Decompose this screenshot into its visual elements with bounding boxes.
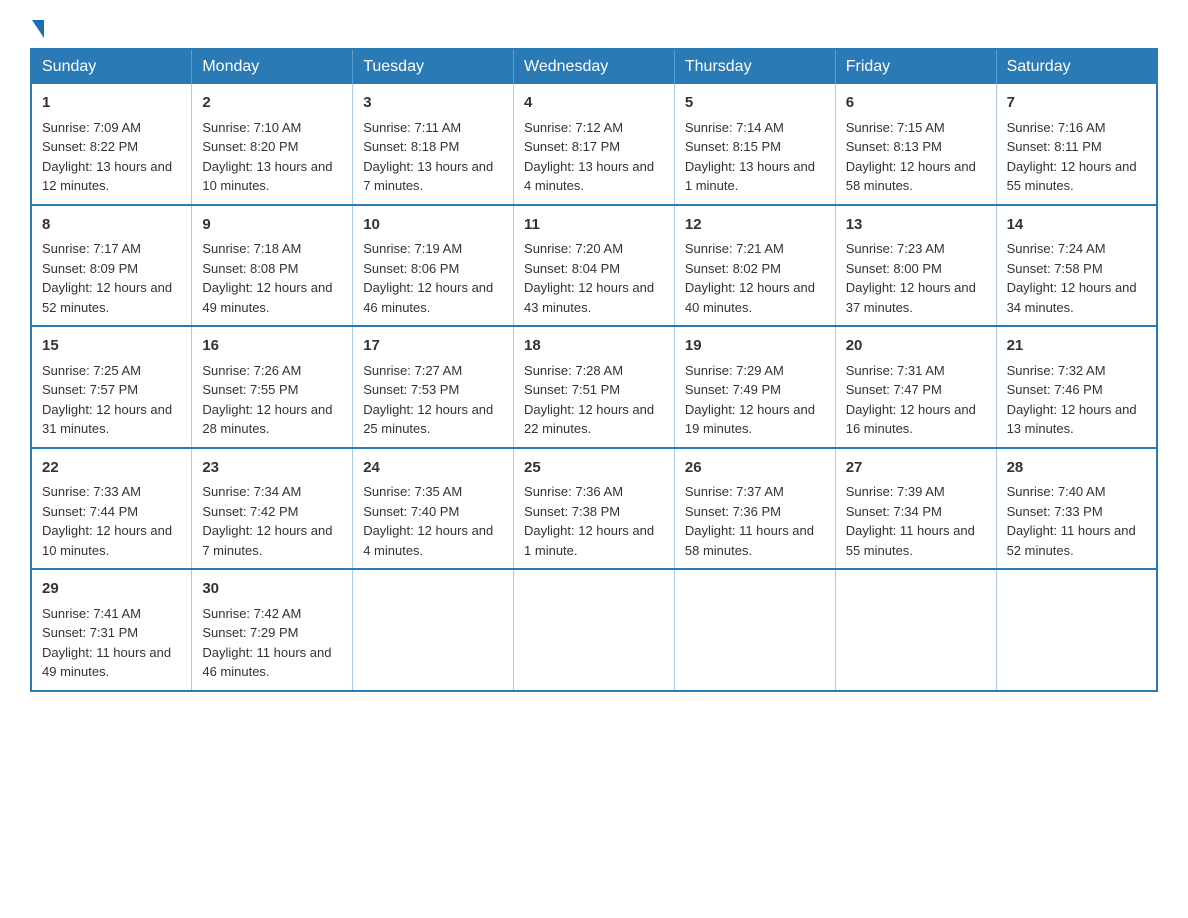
day-number: 23 — [202, 457, 342, 480]
calendar-cell: 13Sunrise: 7:23 AMSunset: 8:00 PMDayligh… — [835, 205, 996, 327]
day-number: 30 — [202, 578, 342, 601]
calendar-cell: 28Sunrise: 7:40 AMSunset: 7:33 PMDayligh… — [996, 448, 1157, 570]
day-number: 12 — [685, 214, 825, 237]
day-number: 10 — [363, 214, 503, 237]
calendar-cell — [514, 569, 675, 691]
day-number: 17 — [363, 335, 503, 358]
calendar-cell: 3Sunrise: 7:11 AMSunset: 8:18 PMDaylight… — [353, 84, 514, 205]
day-number: 25 — [524, 457, 664, 480]
day-header-wednesday: Wednesday — [514, 49, 675, 84]
day-number: 1 — [42, 92, 181, 115]
calendar-cell: 6Sunrise: 7:15 AMSunset: 8:13 PMDaylight… — [835, 84, 996, 205]
calendar-week-row: 8Sunrise: 7:17 AMSunset: 8:09 PMDaylight… — [31, 205, 1157, 327]
day-number: 6 — [846, 92, 986, 115]
calendar-cell: 2Sunrise: 7:10 AMSunset: 8:20 PMDaylight… — [192, 84, 353, 205]
day-number: 27 — [846, 457, 986, 480]
day-number: 5 — [685, 92, 825, 115]
day-header-friday: Friday — [835, 49, 996, 84]
calendar-cell: 26Sunrise: 7:37 AMSunset: 7:36 PMDayligh… — [674, 448, 835, 570]
page-header — [0, 0, 1188, 48]
calendar-cell: 10Sunrise: 7:19 AMSunset: 8:06 PMDayligh… — [353, 205, 514, 327]
day-number: 9 — [202, 214, 342, 237]
calendar-cell: 11Sunrise: 7:20 AMSunset: 8:04 PMDayligh… — [514, 205, 675, 327]
day-number: 8 — [42, 214, 181, 237]
day-number: 29 — [42, 578, 181, 601]
calendar-cell: 20Sunrise: 7:31 AMSunset: 7:47 PMDayligh… — [835, 326, 996, 448]
day-header-monday: Monday — [192, 49, 353, 84]
day-header-saturday: Saturday — [996, 49, 1157, 84]
day-number: 11 — [524, 214, 664, 237]
calendar-cell: 27Sunrise: 7:39 AMSunset: 7:34 PMDayligh… — [835, 448, 996, 570]
calendar-cell — [353, 569, 514, 691]
calendar-cell: 21Sunrise: 7:32 AMSunset: 7:46 PMDayligh… — [996, 326, 1157, 448]
logo — [30, 20, 46, 38]
calendar-cell: 7Sunrise: 7:16 AMSunset: 8:11 PMDaylight… — [996, 84, 1157, 205]
day-number: 22 — [42, 457, 181, 480]
calendar-cell: 23Sunrise: 7:34 AMSunset: 7:42 PMDayligh… — [192, 448, 353, 570]
calendar-cell: 18Sunrise: 7:28 AMSunset: 7:51 PMDayligh… — [514, 326, 675, 448]
day-number: 28 — [1007, 457, 1146, 480]
day-number: 3 — [363, 92, 503, 115]
day-number: 16 — [202, 335, 342, 358]
calendar-week-row: 29Sunrise: 7:41 AMSunset: 7:31 PMDayligh… — [31, 569, 1157, 691]
day-number: 15 — [42, 335, 181, 358]
day-number: 2 — [202, 92, 342, 115]
calendar-cell: 30Sunrise: 7:42 AMSunset: 7:29 PMDayligh… — [192, 569, 353, 691]
calendar-cell: 16Sunrise: 7:26 AMSunset: 7:55 PMDayligh… — [192, 326, 353, 448]
calendar-cell — [674, 569, 835, 691]
day-number: 18 — [524, 335, 664, 358]
calendar-cell: 14Sunrise: 7:24 AMSunset: 7:58 PMDayligh… — [996, 205, 1157, 327]
calendar-cell: 12Sunrise: 7:21 AMSunset: 8:02 PMDayligh… — [674, 205, 835, 327]
day-number: 4 — [524, 92, 664, 115]
day-number: 19 — [685, 335, 825, 358]
calendar-week-row: 22Sunrise: 7:33 AMSunset: 7:44 PMDayligh… — [31, 448, 1157, 570]
calendar-cell: 17Sunrise: 7:27 AMSunset: 7:53 PMDayligh… — [353, 326, 514, 448]
calendar-week-row: 15Sunrise: 7:25 AMSunset: 7:57 PMDayligh… — [31, 326, 1157, 448]
calendar-cell: 1Sunrise: 7:09 AMSunset: 8:22 PMDaylight… — [31, 84, 192, 205]
calendar-cell: 8Sunrise: 7:17 AMSunset: 8:09 PMDaylight… — [31, 205, 192, 327]
day-number: 13 — [846, 214, 986, 237]
day-header-tuesday: Tuesday — [353, 49, 514, 84]
calendar-cell — [996, 569, 1157, 691]
calendar-cell — [835, 569, 996, 691]
calendar-cell: 5Sunrise: 7:14 AMSunset: 8:15 PMDaylight… — [674, 84, 835, 205]
day-number: 24 — [363, 457, 503, 480]
day-number: 20 — [846, 335, 986, 358]
calendar-cell: 19Sunrise: 7:29 AMSunset: 7:49 PMDayligh… — [674, 326, 835, 448]
calendar-cell: 25Sunrise: 7:36 AMSunset: 7:38 PMDayligh… — [514, 448, 675, 570]
calendar-week-row: 1Sunrise: 7:09 AMSunset: 8:22 PMDaylight… — [31, 84, 1157, 205]
calendar-cell: 24Sunrise: 7:35 AMSunset: 7:40 PMDayligh… — [353, 448, 514, 570]
calendar-cell: 4Sunrise: 7:12 AMSunset: 8:17 PMDaylight… — [514, 84, 675, 205]
calendar-cell: 15Sunrise: 7:25 AMSunset: 7:57 PMDayligh… — [31, 326, 192, 448]
calendar-cell: 22Sunrise: 7:33 AMSunset: 7:44 PMDayligh… — [31, 448, 192, 570]
day-header-thursday: Thursday — [674, 49, 835, 84]
calendar-header-row: SundayMondayTuesdayWednesdayThursdayFrid… — [31, 49, 1157, 84]
logo-arrow-icon — [32, 20, 44, 38]
calendar-cell: 29Sunrise: 7:41 AMSunset: 7:31 PMDayligh… — [31, 569, 192, 691]
calendar-table: SundayMondayTuesdayWednesdayThursdayFrid… — [30, 48, 1158, 692]
calendar-cell: 9Sunrise: 7:18 AMSunset: 8:08 PMDaylight… — [192, 205, 353, 327]
day-number: 14 — [1007, 214, 1146, 237]
day-number: 21 — [1007, 335, 1146, 358]
day-number: 26 — [685, 457, 825, 480]
day-header-sunday: Sunday — [31, 49, 192, 84]
day-number: 7 — [1007, 92, 1146, 115]
